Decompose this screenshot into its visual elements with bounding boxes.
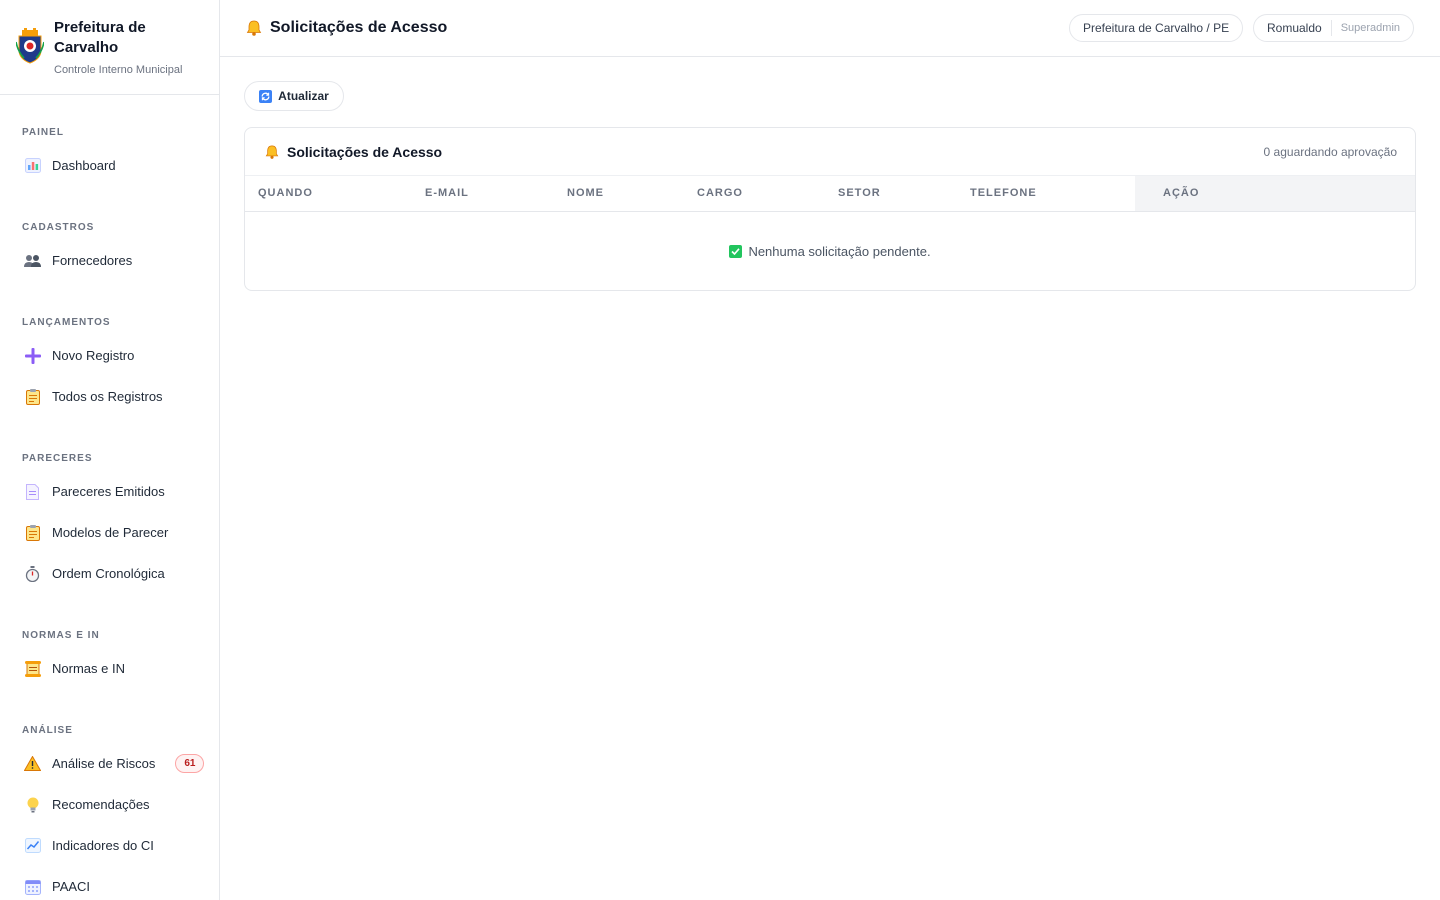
document-icon	[24, 483, 41, 500]
check-icon	[729, 244, 743, 258]
nav-section-cadastros: CADASTROS Fornecedores	[0, 221, 219, 281]
sidebar-item-analise-riscos[interactable]: Análise de Riscos 61	[0, 743, 219, 784]
sidebar-item-label: Normas e IN	[52, 661, 125, 676]
sidebar-item-novo-registro[interactable]: Novo Registro	[0, 335, 219, 376]
sidebar-item-modelos-parecer[interactable]: Modelos de Parecer	[0, 512, 219, 553]
sidebar-item-ordem-cronologica[interactable]: Ordem Cronológica	[0, 553, 219, 594]
nav-section-painel: PAINEL Dashboard	[0, 126, 219, 186]
org-name: Prefeitura de Carvalho / PE	[1083, 21, 1230, 35]
page-title: Solicitações de Acesso	[246, 19, 447, 37]
sidebar-item-paaci[interactable]: PAACI	[0, 866, 219, 900]
bell-icon	[265, 145, 279, 159]
brand-subtitle: Controle Interno Municipal	[54, 64, 183, 76]
column-header-quando: QUANDO	[258, 187, 313, 199]
org-selector[interactable]: Prefeitura de Carvalho / PE	[1069, 14, 1244, 42]
brand-title: Prefeitura de Carvalho	[54, 19, 146, 56]
nav-section-label: CADASTROS	[22, 222, 95, 233]
sidebar-item-label: Modelos de Parecer	[52, 525, 169, 540]
sidebar-item-label: Pareceres Emitidos	[52, 484, 165, 499]
nav-section-pareceres: PARECERES Pareceres Emitidos Modelos de …	[0, 452, 219, 594]
user-menu[interactable]: Romualdo Superadmin	[1253, 14, 1415, 42]
table-header: QUANDO E-MAIL NOME CARGO SETOR TELEFONE …	[245, 176, 1415, 212]
calendar-icon	[24, 878, 41, 895]
sidebar-item-label: Recomendações	[52, 797, 150, 812]
bell-icon	[246, 20, 262, 36]
users-icon	[24, 252, 41, 269]
card-title-text: Solicitações de Acesso	[287, 143, 443, 160]
clipboard-icon	[24, 524, 41, 541]
sidebar-item-label: Todos os Registros	[52, 389, 163, 404]
user-role: Superadmin	[1340, 22, 1401, 34]
column-header-nome: NOME	[567, 187, 604, 199]
nav-section-lancamentos: LANÇAMENTOS Novo Registro Todos os Regis…	[0, 316, 219, 417]
lightbulb-icon	[24, 796, 41, 813]
column-header-email: E-MAIL	[425, 187, 469, 199]
top-bar: Solicitações de Acesso Prefeitura de Car…	[220, 0, 1440, 57]
access-requests-card: Solicitações de Acesso 0 aguardando apro…	[244, 127, 1416, 291]
nav-section-label: NORMAS E IN	[22, 630, 100, 641]
risk-count-badge: 61	[175, 754, 205, 773]
empty-state-text: Nenhuma solicitação pendente.	[748, 243, 931, 259]
nav-section-label: ANÁLISE	[22, 725, 73, 736]
brand: Prefeitura de Carvalho Controle Interno …	[0, 0, 219, 95]
card-title: Solicitações de Acesso	[265, 144, 442, 160]
plus-icon	[24, 347, 41, 364]
page-title-text: Solicitações de Acesso	[270, 19, 448, 36]
nav-section-label: LANÇAMENTOS	[22, 317, 111, 328]
sidebar-item-indicadores[interactable]: Indicadores do CI	[0, 825, 219, 866]
sidebar-item-label: Ordem Cronológica	[52, 566, 165, 581]
stopwatch-icon	[24, 565, 41, 582]
refresh-button-label: Atualizar	[278, 89, 329, 103]
coat-of-arms-logo	[16, 28, 44, 64]
nav-section-label: PAINEL	[22, 127, 64, 138]
user-name: Romualdo	[1267, 21, 1322, 35]
sidebar-item-dashboard[interactable]: Dashboard	[0, 145, 219, 186]
sidebar-item-label: Dashboard	[52, 158, 116, 173]
nav-section-analise: ANÁLISE Análise de Riscos 61 Recomendaçõ…	[0, 724, 219, 900]
column-header-acao: AÇÃO	[1135, 176, 1415, 211]
sidebar-item-label: Fornecedores	[52, 253, 133, 268]
column-header-telefone: TELEFONE	[970, 187, 1037, 199]
sidebar-item-todos-registros[interactable]: Todos os Registros	[0, 376, 219, 417]
sidebar-item-recomendacoes[interactable]: Recomendações	[0, 784, 219, 825]
card-header: Solicitações de Acesso 0 aguardando apro…	[245, 128, 1415, 176]
nav-section-normas: NORMAS E IN Normas e IN	[0, 629, 219, 689]
refresh-button[interactable]: Atualizar	[244, 81, 344, 111]
column-header-setor: SETOR	[838, 187, 881, 199]
scroll-icon	[24, 660, 41, 677]
sidebar: Prefeitura de Carvalho Controle Interno …	[0, 0, 220, 900]
divider	[1330, 20, 1332, 36]
clipboard-icon	[24, 388, 41, 405]
column-header-cargo: CARGO	[697, 187, 743, 199]
sidebar-item-label: Novo Registro	[52, 348, 135, 363]
nav-section-label: PARECERES	[22, 453, 93, 464]
sidebar-item-normas-in[interactable]: Normas e IN	[0, 648, 219, 689]
pending-count: 0 aguardando aprovação	[1263, 144, 1397, 159]
sidebar-item-pareceres-emitidos[interactable]: Pareceres Emitidos	[0, 471, 219, 512]
sidebar-item-label: PAACI	[52, 879, 91, 894]
bar-chart-icon	[24, 157, 41, 174]
sidebar-item-fornecedores[interactable]: Fornecedores	[0, 240, 219, 281]
refresh-icon	[259, 89, 273, 103]
empty-state: Nenhuma solicitação pendente.	[245, 212, 1415, 290]
sidebar-item-label: Análise de Riscos	[52, 756, 156, 771]
warning-icon	[24, 755, 41, 772]
sidebar-item-label: Indicadores do CI	[52, 838, 154, 853]
line-chart-icon	[24, 837, 41, 854]
